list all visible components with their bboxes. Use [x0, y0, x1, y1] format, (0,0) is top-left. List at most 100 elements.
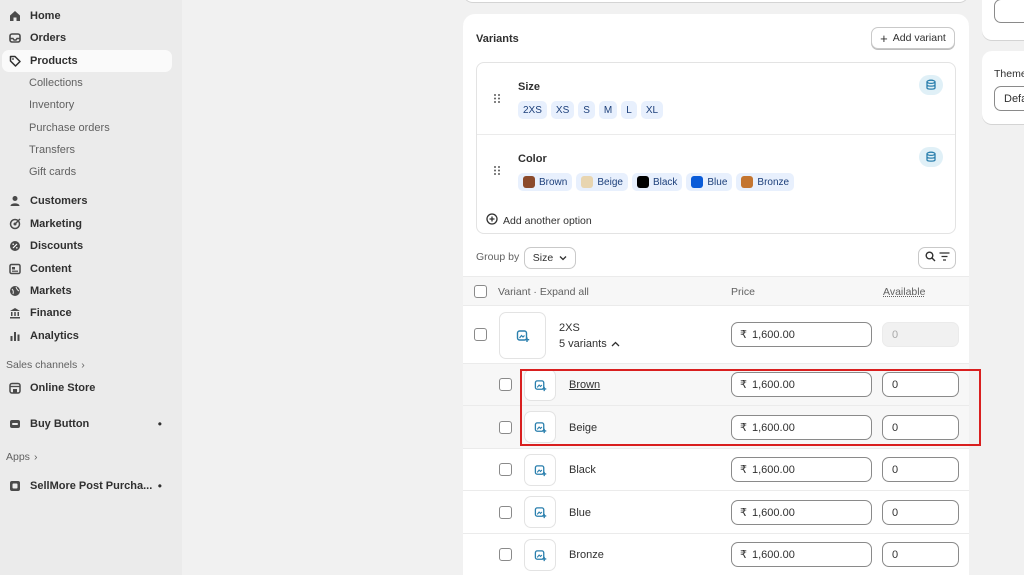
content-icon [8, 262, 22, 276]
option-color[interactable]: Color Brown Beige Black Blue Bronze [477, 134, 955, 205]
image-placeholder-icon[interactable] [524, 539, 556, 571]
group-name: 2XS [559, 322, 580, 334]
available-input[interactable]: 0 [882, 500, 959, 525]
image-placeholder-icon[interactable] [524, 369, 556, 401]
discount-icon [8, 239, 22, 253]
nav-online-store-label: Online Store [30, 382, 95, 394]
nav-products[interactable]: Products [2, 50, 172, 72]
nav-online-store[interactable]: Online Store [2, 377, 172, 399]
theme-template-select[interactable]: Default product [994, 86, 1024, 111]
nav-discounts[interactable]: Discounts [2, 235, 172, 257]
nav-sellmore-label: SellMore Post Purcha... [30, 480, 152, 492]
available-input[interactable]: 0 [882, 372, 959, 397]
value-label: Beige [597, 177, 623, 188]
metafield-database-icon[interactable] [919, 75, 943, 95]
available-input[interactable]: 0 [882, 457, 959, 482]
price-input[interactable]: ₹ 1,600.00 [731, 500, 872, 525]
row-checkbox[interactable] [499, 506, 512, 519]
nav-inventory[interactable]: Inventory [29, 97, 74, 113]
variant-name-link[interactable]: Brown [569, 379, 600, 391]
value-label: Blue [707, 177, 727, 188]
image-placeholder-icon[interactable] [524, 496, 556, 528]
right-field[interactable] [994, 0, 1024, 23]
variant-name-link[interactable]: Black [569, 464, 596, 476]
sidebar: Home Orders Products Collections Invento… [0, 0, 182, 575]
price-value: 1,600.00 [752, 422, 795, 434]
nav-finance[interactable]: Finance [2, 302, 172, 324]
theme-template-label: Theme template [994, 68, 1024, 80]
variant-row-brown[interactable]: Brown ₹ 1,600.00 0 [463, 364, 969, 406]
variant-row-beige[interactable]: Beige ₹ 1,600.00 0 [463, 406, 969, 449]
value-label: Black [653, 177, 677, 188]
select-all-checkbox[interactable] [474, 285, 487, 298]
variant-name-link[interactable]: Beige [569, 422, 597, 434]
nav-content[interactable]: Content [2, 258, 172, 280]
drag-handle-icon[interactable] [493, 93, 501, 107]
variants-title: Variants [476, 33, 519, 45]
currency-symbol: ₹ [740, 463, 747, 476]
variant-name-link[interactable]: Blue [569, 507, 591, 519]
apps-header[interactable]: Apps › [6, 451, 37, 463]
nav-transfers[interactable]: Transfers [29, 142, 75, 158]
available-input[interactable]: 0 [882, 542, 959, 567]
variant-group-row[interactable]: 2XS 5 variants ₹ 1,600.00 0 [463, 306, 969, 364]
row-checkbox[interactable] [474, 328, 487, 341]
metafield-database-icon[interactable] [919, 147, 943, 167]
nav-buy-button[interactable]: Buy Button • [2, 413, 172, 435]
available-input[interactable]: 0 [882, 415, 959, 440]
nav-buy-button-label: Buy Button [30, 418, 89, 430]
available-input[interactable]: 0 [882, 322, 959, 347]
pin-dot: • [158, 417, 162, 431]
nav-purchase-orders[interactable]: Purchase orders [29, 120, 110, 136]
table-header: Variant · Expand all Price Available [463, 276, 969, 306]
chevron-right-icon: › [34, 451, 38, 463]
variant-name-link[interactable]: Bronze [569, 549, 604, 561]
nav-markets[interactable]: Markets [2, 280, 172, 302]
price-input[interactable]: ₹ 1,600.00 [731, 322, 872, 347]
row-checkbox[interactable] [499, 463, 512, 476]
group-by-select[interactable]: Size [524, 247, 576, 269]
nav-customers[interactable]: Customers [2, 190, 172, 212]
available-value: 0 [892, 549, 898, 561]
group-by-label: Group by [476, 251, 519, 263]
person-icon [8, 194, 22, 208]
nav-orders[interactable]: Orders [2, 27, 172, 49]
variant-row-blue[interactable]: Blue ₹ 1,600.00 0 [463, 491, 969, 534]
nav-home[interactable]: Home [2, 5, 172, 27]
plus-circle-icon [486, 213, 498, 228]
column-variant[interactable]: Variant · Expand all [498, 286, 589, 298]
image-placeholder-icon[interactable] [524, 454, 556, 486]
row-checkbox[interactable] [499, 378, 512, 391]
image-placeholder-icon[interactable] [524, 411, 556, 443]
right-card-top [982, 0, 1024, 40]
value-chip: L [621, 101, 637, 119]
value-chip: Blue [686, 173, 732, 191]
sales-channels-header[interactable]: Sales channels › [6, 359, 85, 371]
nav-sellmore[interactable]: SellMore Post Purcha... • [2, 475, 172, 497]
add-another-option-button[interactable]: Add another option [486, 213, 592, 228]
plus-icon: + [880, 32, 888, 45]
apps-label: Apps [6, 451, 30, 463]
nav-gift-cards[interactable]: Gift cards [29, 164, 76, 180]
price-input[interactable]: ₹ 1,600.00 [731, 457, 872, 482]
search-filter-button[interactable] [918, 247, 956, 269]
expand-toggle[interactable]: 5 variants [559, 338, 620, 350]
variant-row-black[interactable]: Black ₹ 1,600.00 0 [463, 449, 969, 491]
nav-marketing[interactable]: Marketing [2, 213, 172, 235]
nav-analytics[interactable]: Analytics [2, 325, 172, 347]
variant-row-bronze[interactable]: Bronze ₹ 1,600.00 0 [463, 534, 969, 575]
value-chip: M [599, 101, 617, 119]
row-checkbox[interactable] [499, 548, 512, 561]
price-input[interactable]: ₹ 1,600.00 [731, 542, 872, 567]
store-icon [8, 381, 22, 395]
nav-collections[interactable]: Collections [29, 75, 83, 91]
add-variant-button[interactable]: + Add variant [871, 27, 955, 49]
value-chip: XL [641, 101, 663, 119]
price-value: 1,600.00 [752, 464, 795, 476]
image-placeholder-icon[interactable] [499, 312, 546, 359]
option-size[interactable]: Size 2XS XS S M L XL [477, 63, 955, 134]
drag-handle-icon[interactable] [493, 165, 501, 179]
row-checkbox[interactable] [499, 421, 512, 434]
price-input[interactable]: ₹ 1,600.00 [731, 415, 872, 440]
price-input[interactable]: ₹ 1,600.00 [731, 372, 872, 397]
